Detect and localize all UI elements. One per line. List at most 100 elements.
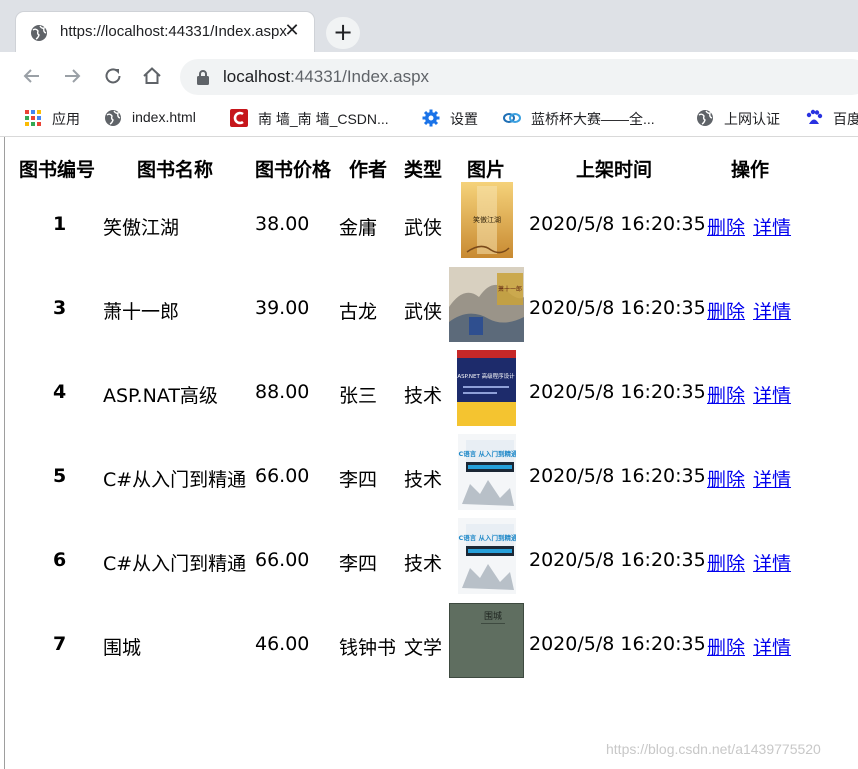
cell-book-name: 围城 — [103, 637, 142, 659]
cell-book-price: 66.00 — [255, 549, 310, 571]
url-host: localhost — [223, 67, 291, 86]
address-bar[interactable]: localhost:44331/Index.aspx — [180, 59, 858, 95]
cell-book-price: 46.00 — [255, 633, 310, 655]
cell-author: 钱钟书 — [339, 637, 397, 659]
url-port-path: :44331/Index.aspx — [290, 67, 430, 86]
bookmarks-bar: 应用 index.html 南 墙_南 墙_CSDN... 设置 蓝桥杯大赛——… — [0, 100, 858, 137]
header-image: 图片 — [467, 159, 506, 181]
header-book-id: 图书编号 — [19, 159, 96, 181]
cover-title: 萧十一郎 — [498, 285, 522, 293]
tab-title: https://localhost:44331/Index.aspx — [60, 23, 287, 40]
back-arrow-icon[interactable] — [20, 64, 44, 88]
url-text: localhost:44331/Index.aspx — [223, 67, 429, 87]
book-cover-image: ASP.NET 高级程序设计 — [457, 350, 516, 426]
globe-icon — [105, 110, 121, 126]
cell-book-id: 1 — [53, 213, 67, 235]
cover-title: C语言 从入门到精通 — [458, 533, 516, 542]
cell-book-id: 4 — [53, 381, 67, 403]
browser-tab[interactable]: https://localhost:44331/Index.aspx ✕ — [16, 12, 314, 52]
cell-book-id: 3 — [53, 297, 67, 319]
detail-link[interactable]: 详情 — [753, 633, 791, 660]
detail-link[interactable]: 详情 — [753, 465, 791, 492]
header-shelf-time: 上架时间 — [576, 159, 653, 181]
cover-title: ASP.NET 高级程序设计 — [457, 372, 515, 380]
cell-author: 张三 — [339, 385, 378, 407]
cover-title: C语言 从入门到精通 — [458, 449, 516, 458]
cell-author: 李四 — [339, 469, 378, 491]
bookmark-label: 百度 — [833, 111, 858, 127]
cell-shelf-time: 2020/5/8 16:20:35 — [529, 381, 706, 403]
book-cover-image: 围城 — [449, 603, 524, 678]
book-cover-image: C语言 从入门到精通 — [458, 434, 516, 510]
home-icon[interactable] — [140, 64, 164, 88]
delete-link[interactable]: 删除 — [707, 213, 745, 240]
book-cover-image: C语言 从入门到精通 — [458, 518, 516, 594]
header-author: 作者 — [349, 159, 388, 181]
cell-type: 技术 — [404, 553, 443, 575]
cell-type: 技术 — [404, 385, 443, 407]
cell-book-name: 笑傲江湖 — [103, 217, 180, 239]
tab-close-icon[interactable]: ✕ — [282, 20, 302, 41]
bookmark-label: 南 墙_南 墙_CSDN... — [258, 111, 389, 127]
cell-author: 李四 — [339, 553, 378, 575]
csdn-icon — [230, 109, 248, 127]
gear-icon — [422, 109, 440, 127]
cell-book-name: C#从入门到精通 — [103, 553, 247, 575]
bookmark-label: 设置 — [450, 111, 478, 127]
browser-toolbar: localhost:44331/Index.aspx — [0, 52, 858, 100]
watermark: https://blog.csdn.net/a1439775520 — [606, 741, 821, 757]
lanqiao-icon — [503, 113, 521, 123]
delete-link[interactable]: 删除 — [707, 549, 745, 576]
cell-book-price: 39.00 — [255, 297, 310, 319]
cell-book-price: 88.00 — [255, 381, 310, 403]
forward-arrow-icon[interactable] — [60, 64, 84, 88]
cell-book-id: 6 — [53, 549, 67, 571]
delete-link[interactable]: 删除 — [707, 633, 745, 660]
cell-type: 武侠 — [404, 301, 443, 323]
cell-shelf-time: 2020/5/8 16:20:35 — [529, 297, 706, 319]
cover-title: 围城 — [484, 611, 502, 622]
cell-shelf-time: 2020/5/8 16:20:35 — [529, 549, 706, 571]
cell-type: 技术 — [404, 469, 443, 491]
cell-book-name: ASP.NAT高级 — [103, 385, 218, 407]
header-type: 类型 — [404, 159, 443, 181]
new-tab-button[interactable]: + — [326, 17, 360, 49]
bookmark-label: index.html — [132, 109, 196, 125]
globe-icon — [697, 110, 713, 126]
detail-link[interactable]: 详情 — [753, 213, 791, 240]
cell-book-price: 66.00 — [255, 465, 310, 487]
delete-link[interactable]: 删除 — [707, 465, 745, 492]
header-book-price: 图书价格 — [255, 159, 332, 181]
detail-link[interactable]: 详情 — [753, 297, 791, 324]
detail-link[interactable]: 详情 — [753, 381, 791, 408]
cell-type: 文学 — [404, 637, 443, 659]
book-cover-image: 萧十一郎 — [449, 267, 524, 342]
cell-book-price: 38.00 — [255, 213, 310, 235]
cell-shelf-time: 2020/5/8 16:20:35 — [529, 465, 706, 487]
reload-icon[interactable] — [101, 64, 125, 88]
delete-link[interactable]: 删除 — [707, 381, 745, 408]
book-list-page: 图书编号 图书名称 图书价格 作者 类型 图片 上架时间 操作 1 笑傲江湖 38.… — [0, 137, 858, 769]
cell-book-id: 7 — [53, 633, 67, 655]
detail-link[interactable]: 详情 — [753, 549, 791, 576]
baidu-paw-icon — [806, 109, 823, 124]
book-cover-image: 笑傲江湖 — [461, 182, 513, 258]
header-book-name: 图书名称 — [137, 159, 214, 181]
bookmark-label: 应用 — [52, 111, 80, 127]
delete-link[interactable]: 删除 — [707, 297, 745, 324]
cell-book-id: 5 — [53, 465, 67, 487]
cell-shelf-time: 2020/5/8 16:20:35 — [529, 213, 706, 235]
bookmark-label: 蓝桥杯大赛——全... — [531, 111, 655, 127]
cell-book-name: 萧十一郎 — [103, 301, 180, 323]
lock-icon[interactable] — [196, 69, 210, 85]
cell-shelf-time: 2020/5/8 16:20:35 — [529, 633, 706, 655]
cover-title: 笑傲江湖 — [473, 215, 501, 224]
cell-book-name: C#从入门到精通 — [103, 469, 247, 491]
apps-grid-icon — [25, 110, 41, 126]
globe-icon — [31, 25, 47, 41]
header-actions: 操作 — [731, 159, 770, 181]
bookmark-baidu[interactable]: 百度 — [805, 108, 858, 128]
cell-type: 武侠 — [404, 217, 443, 239]
bookmark-label: 上网认证 — [724, 111, 780, 127]
tab-strip: https://localhost:44331/Index.aspx ✕ + — [0, 0, 858, 52]
